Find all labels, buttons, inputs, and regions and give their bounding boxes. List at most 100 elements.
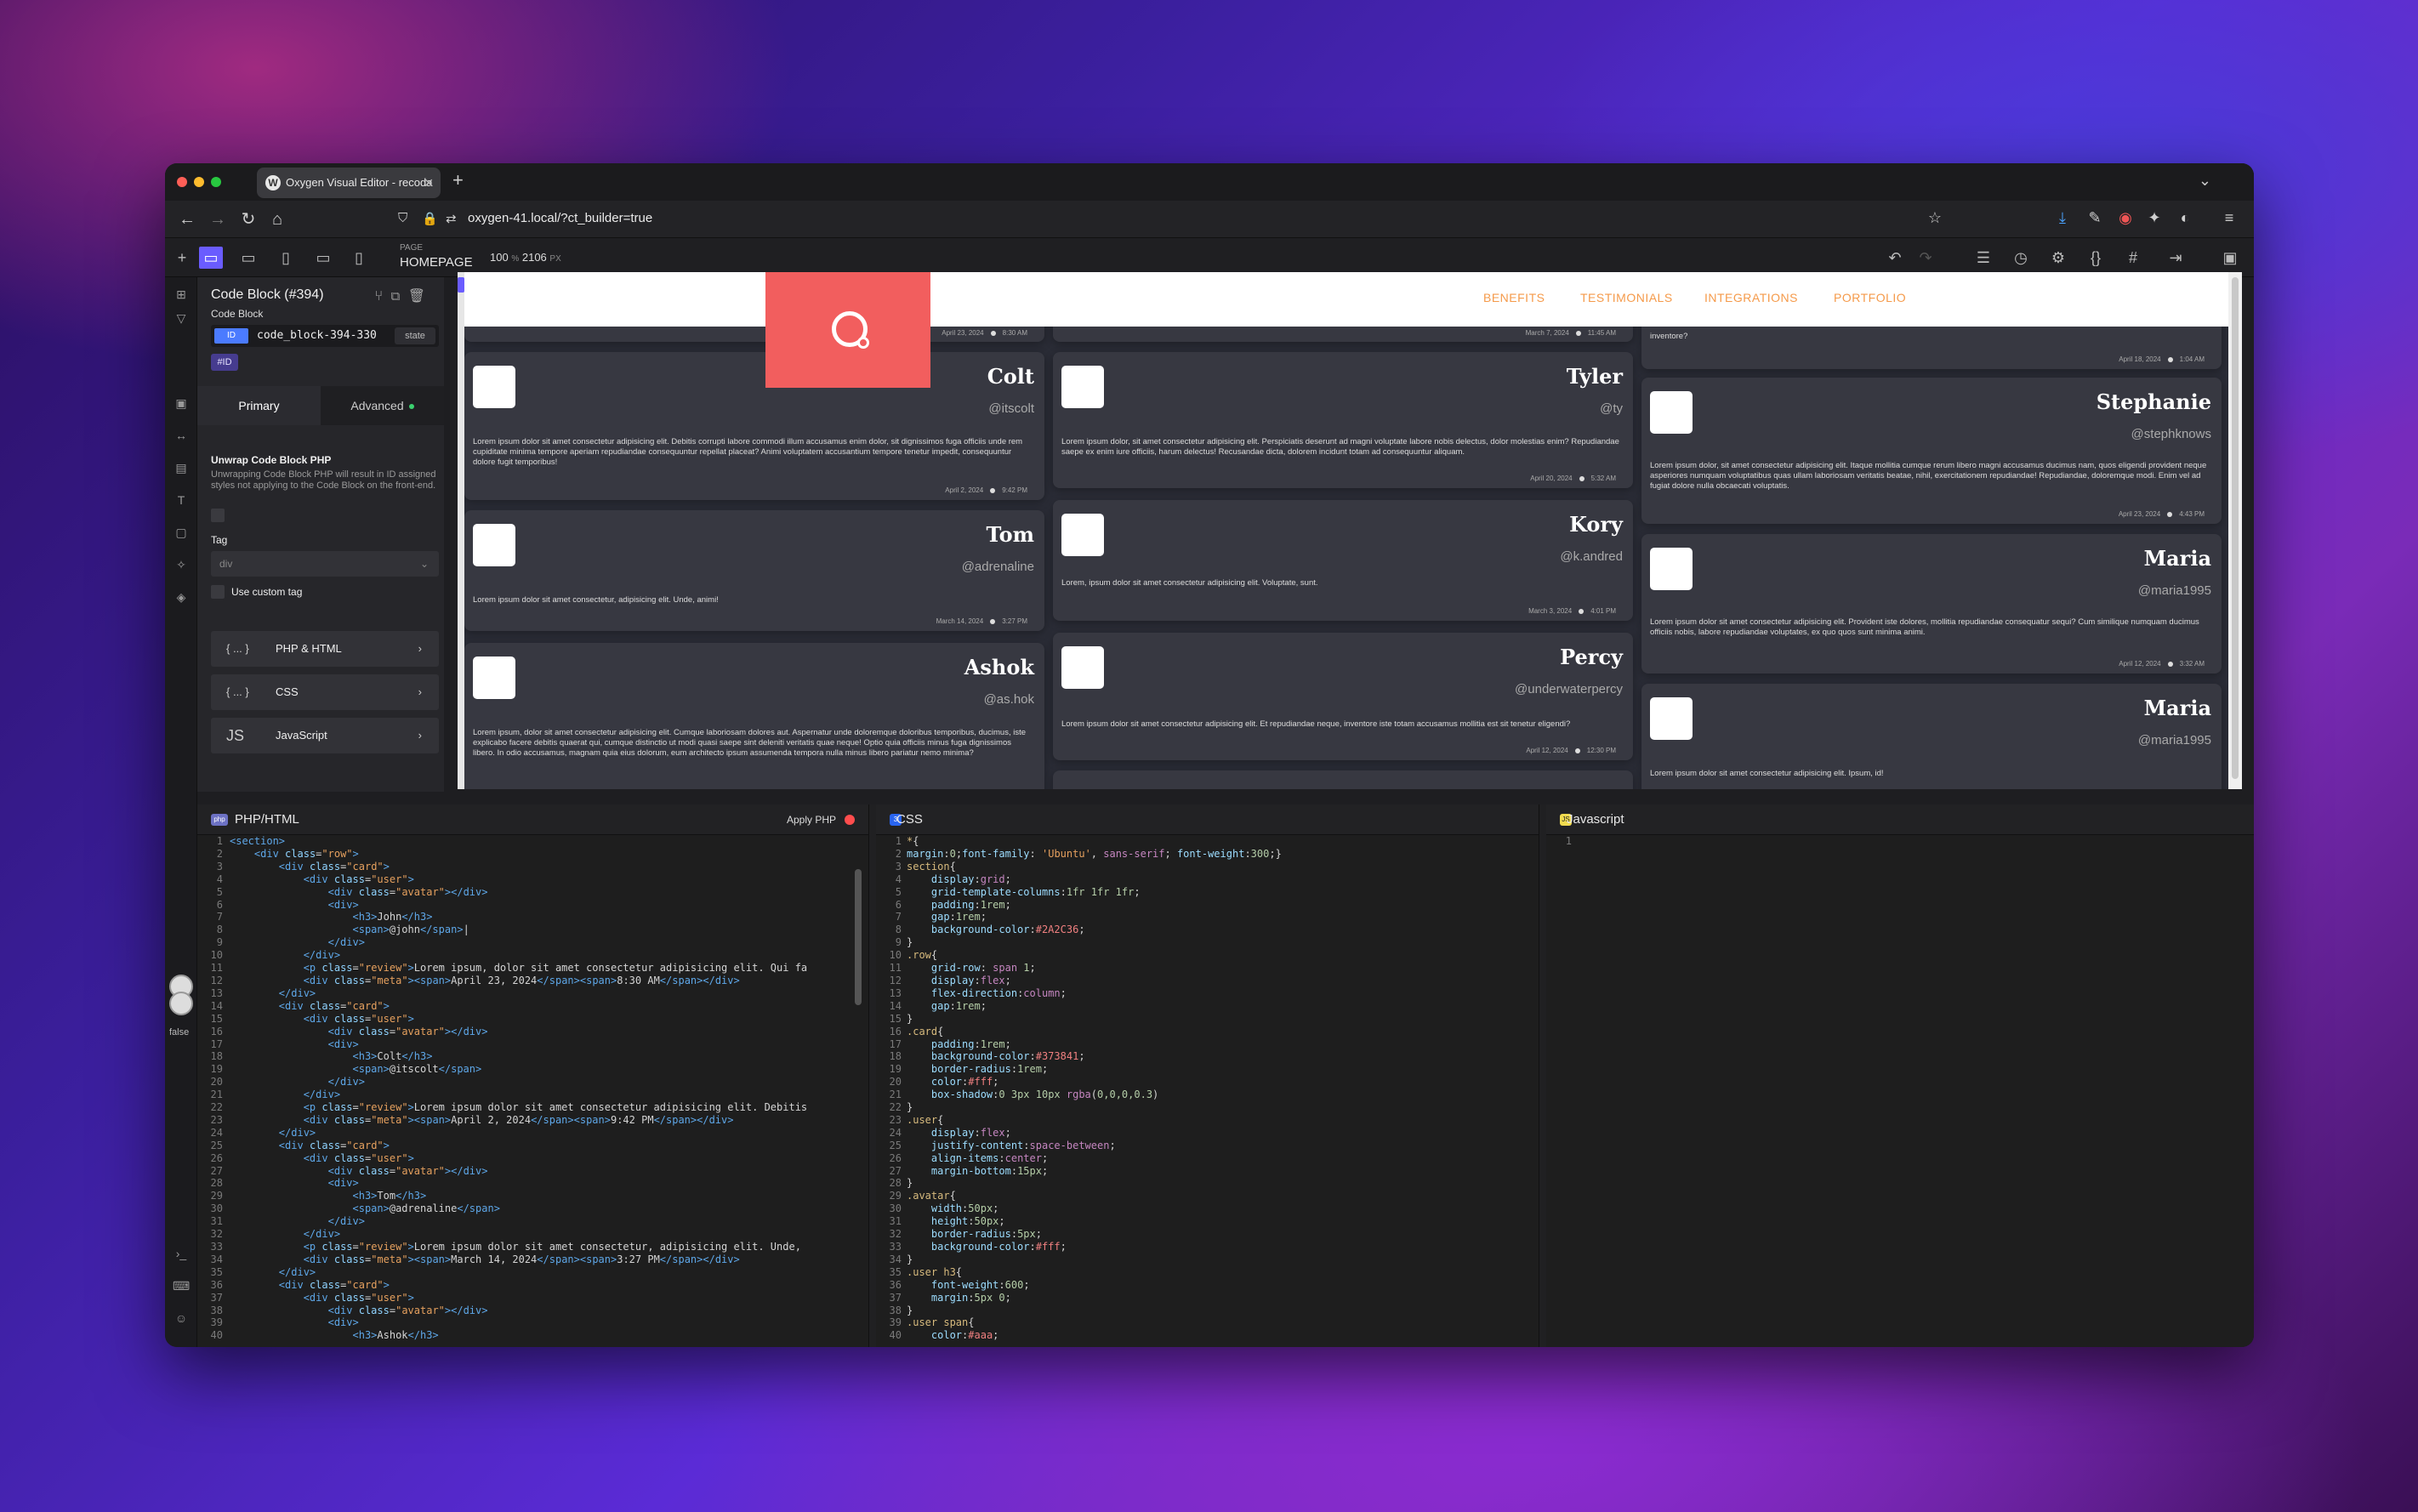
history-icon[interactable]: ◷ xyxy=(2009,247,2033,269)
box-icon[interactable]: ▢ xyxy=(173,524,190,541)
layout-icon[interactable]: ▤ xyxy=(173,459,190,476)
javascript-editor[interactable]: JS Javascript 1 xyxy=(1546,804,2254,1347)
id-chip[interactable]: #ID xyxy=(211,354,238,371)
php-editor-scrollbar[interactable] xyxy=(855,869,862,1005)
css-editor[interactable]: 3 CSS 1 2 3 4 5 6 7 8 9 10 11 12 13 14 1… xyxy=(876,804,1539,1347)
builder-canvas[interactable]: BENEFITS TESTIMONIALS INTEGRATIONS PORTF… xyxy=(458,272,2242,789)
apply-php-button[interactable]: Apply PHP xyxy=(787,814,836,826)
testimonial-card[interactable]: Ashok @as.hok Lorem ipsum, dolor sit ame… xyxy=(464,643,1044,789)
close-window-button[interactable] xyxy=(177,177,187,187)
typography-icon[interactable]: T xyxy=(173,492,190,509)
nav-link-testimonials[interactable]: TESTIMONIALS xyxy=(1580,291,1673,304)
unwrap-checkbox[interactable] xyxy=(211,509,225,522)
tablet-view-icon[interactable]: ▯ xyxy=(274,247,298,269)
javascript-section[interactable]: JS JavaScript › xyxy=(211,718,439,753)
state-button[interactable]: state xyxy=(395,327,435,344)
new-tab-button[interactable]: + xyxy=(452,170,464,190)
id-badge[interactable]: ID xyxy=(214,328,248,344)
image-icon[interactable]: ▣ xyxy=(173,395,190,412)
tab-primary[interactable]: Primary xyxy=(197,386,321,425)
exit-builder-icon[interactable]: ⇥ xyxy=(2164,247,2188,269)
testimonial-card[interactable] xyxy=(1053,770,1633,789)
settings-gear-icon[interactable]: ⚙ xyxy=(2046,247,2070,269)
extension-icon[interactable]: ◉ xyxy=(2114,209,2136,227)
testimonial-card[interactable]: Colt @itscolt Lorem ipsum dolor sit amet… xyxy=(464,352,1044,500)
trash-icon[interactable]: 🗑 xyxy=(408,289,434,304)
browser-tab[interactable]: W Oxygen Visual Editor - recoda ✕ xyxy=(257,168,441,198)
id-value[interactable]: code_block-394-330 xyxy=(257,329,377,342)
php-code-area[interactable]: 1 2 3 4 5 6 7 8 9 10 11 12 13 14 15 16 1… xyxy=(197,835,868,1347)
php-html-section[interactable]: { ... } PHP & HTML › xyxy=(211,631,439,667)
reload-icon[interactable]: ↻ xyxy=(238,209,259,230)
redo-icon[interactable]: ↷ xyxy=(1914,247,1937,269)
unwrap-title: Unwrap Code Block PHP xyxy=(211,454,332,466)
keyboard-icon[interactable]: ⌨ xyxy=(173,1277,190,1294)
toggle-circle-icon[interactable] xyxy=(169,992,193,1015)
canvas-scrollbar[interactable] xyxy=(2228,272,2242,789)
tag-icon[interactable]: ◈ xyxy=(173,588,190,605)
site-header[interactable]: BENEFITS TESTIMONIALS INTEGRATIONS PORTF… xyxy=(458,272,2242,327)
back-icon[interactable]: ← xyxy=(177,209,197,230)
add-element-icon[interactable]: + xyxy=(170,247,194,269)
menu-icon[interactable]: ≡ xyxy=(2218,209,2240,227)
canvas-left-grip[interactable] xyxy=(458,272,464,789)
card-time: 8:30 AM xyxy=(1002,329,1027,337)
permissions-icon[interactable]: ⇄ xyxy=(446,211,457,226)
structure-icon[interactable]: ⑂ xyxy=(374,289,391,304)
effects-icon[interactable]: ✧ xyxy=(173,556,190,573)
js-code-area[interactable]: 1 xyxy=(1546,835,2254,1347)
structure-icon[interactable]: ☰ xyxy=(1971,247,1995,269)
home-icon[interactable]: ⌂ xyxy=(267,209,287,230)
terminal-icon[interactable]: ›_ xyxy=(173,1245,190,1262)
undo-icon[interactable]: ↶ xyxy=(1883,247,1907,269)
account-icon[interactable]: ◐ xyxy=(2174,209,2196,227)
laptop-view-icon[interactable]: ▭ xyxy=(236,247,260,269)
maximize-window-button[interactable] xyxy=(211,177,221,187)
card-time: 4:43 PM xyxy=(2179,510,2205,518)
testimonial-card[interactable]: Maria @maria1995 Lorem ipsum dolor sit a… xyxy=(1641,684,2222,789)
desktop-view-icon[interactable]: ▭ xyxy=(199,247,223,269)
wrench-icon[interactable]: ✎ xyxy=(2084,209,2106,227)
testimonial-card[interactable]: Percy @underwaterpercy Lorem ipsum dolor… xyxy=(1053,633,1633,760)
forward-icon[interactable]: → xyxy=(208,209,228,230)
php-html-editor[interactable]: php PHP/HTML Apply PHP 1 2 3 4 5 6 7 8 9… xyxy=(197,804,869,1347)
save-icon[interactable]: ▣ xyxy=(2218,247,2242,269)
nav-link-portfolio[interactable]: PORTFOLIO xyxy=(1834,291,1906,304)
nav-link-integrations[interactable]: INTEGRATIONS xyxy=(1704,291,1798,304)
testimonial-card[interactable]: Kory @k.andred Lorem, ipsum dolor sit am… xyxy=(1053,500,1633,621)
minimize-window-button[interactable] xyxy=(194,177,204,187)
testimonial-card[interactable]: Stephanie @stephknows Lorem ipsum dolor,… xyxy=(1641,378,2222,524)
url-field[interactable]: oxygen-41.local/?ct_builder=true xyxy=(468,211,652,225)
user-icon[interactable]: ☺ xyxy=(173,1310,190,1327)
shield-icon[interactable]: ⛉ xyxy=(398,211,407,225)
avatar xyxy=(473,366,515,408)
lock-icon[interactable]: 🔒 xyxy=(422,211,438,226)
bookmark-star-icon[interactable]: ☆ xyxy=(1924,209,1946,227)
phone-view-icon[interactable]: ▯ xyxy=(347,247,371,269)
testimonial-card[interactable]: Tyler @ty Lorem ipsum dolor, sit amet co… xyxy=(1053,352,1633,488)
css-section[interactable]: { ... } CSS › xyxy=(211,674,439,710)
nav-link-benefits[interactable]: BENEFITS xyxy=(1483,291,1545,304)
collapse-handle[interactable] xyxy=(458,277,464,293)
page-selector[interactable]: HOMEPAGE xyxy=(400,255,473,270)
tag-select[interactable]: div ⌄ xyxy=(211,551,439,577)
testimonial-card[interactable]: Maria @maria1995 Lorem ipsum dolor sit a… xyxy=(1641,534,2222,674)
download-icon[interactable]: ⤓ xyxy=(2051,209,2074,227)
filter-icon[interactable]: ▽ xyxy=(173,310,190,327)
grid-hash-icon[interactable]: # xyxy=(2121,247,2145,269)
selector-row[interactable]: ID code_block-394-330 state xyxy=(211,325,439,347)
site-logo[interactable] xyxy=(765,272,930,388)
tablet-landscape-view-icon[interactable]: ▭ xyxy=(311,247,335,269)
testimonial-card[interactable]: Tom @adrenaline Lorem ipsum dolor sit am… xyxy=(464,510,1044,631)
tab-list-chevron-icon[interactable]: ⌄ xyxy=(2199,172,2211,190)
width-icon[interactable]: ↔ xyxy=(173,427,190,444)
code-braces-icon[interactable]: {} xyxy=(2084,247,2108,269)
close-tab-icon[interactable]: ✕ xyxy=(424,168,434,198)
tab-advanced[interactable]: Advanced xyxy=(321,386,444,425)
scrollbar-thumb[interactable] xyxy=(2232,277,2239,779)
custom-tag-checkbox[interactable] xyxy=(211,585,225,599)
structure-tree-icon[interactable]: ⊞ xyxy=(173,286,190,303)
puzzle-icon[interactable]: ✦ xyxy=(2143,209,2165,227)
css-code-area[interactable]: 1 2 3 4 5 6 7 8 9 10 11 12 13 14 15 16 1… xyxy=(876,835,1539,1347)
duplicate-icon[interactable]: ⧉ xyxy=(391,289,408,304)
